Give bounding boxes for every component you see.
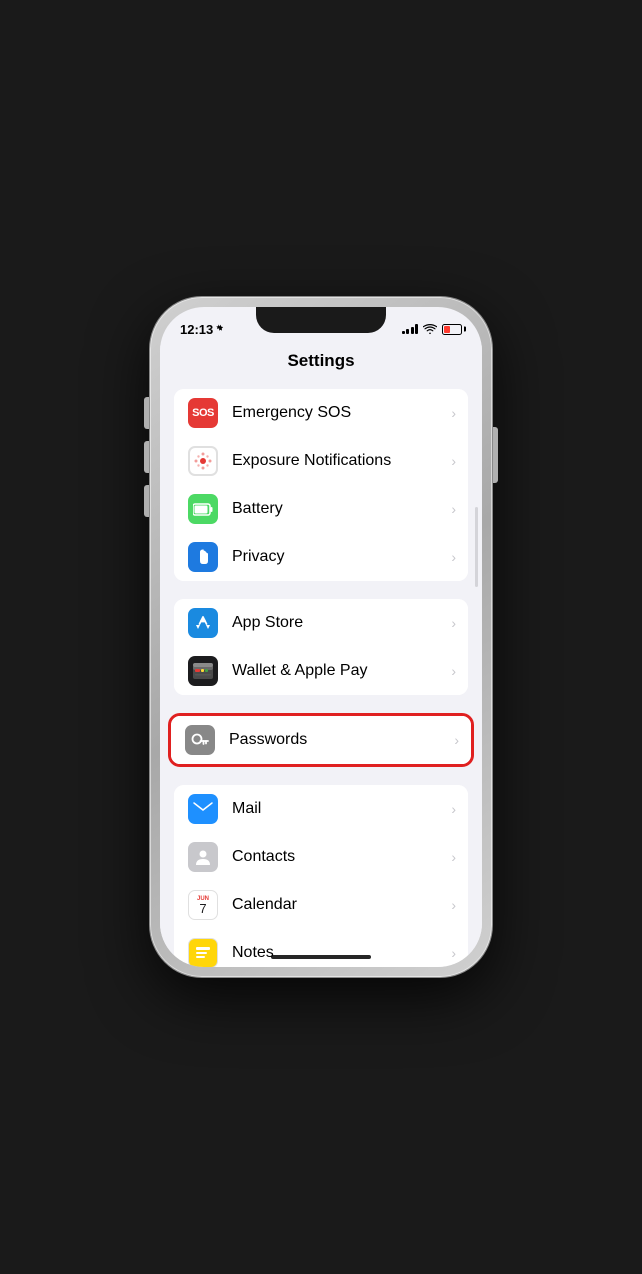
row-battery[interactable]: Battery › [174,485,468,533]
status-time: 12:13 [180,322,225,337]
passwords-svg [190,730,210,750]
chevron-calendar: › [451,897,456,913]
icon-emergency-sos: SOS [188,398,218,428]
chevron-notes: › [451,945,456,961]
passwords-highlight-border: Passwords › [168,713,474,767]
icon-calendar: JUN 7 [188,890,218,920]
scroll-indicator [475,507,478,587]
status-right [402,324,463,335]
phone-frame: 12:13 [150,297,492,977]
label-app-store: App Store [232,614,447,632]
icon-contacts [188,842,218,872]
row-privacy[interactable]: Privacy › [174,533,468,581]
phone-screen: 12:13 [160,307,482,967]
signal-bar-2 [406,329,409,334]
settings-group-1: SOS Emergency SOS › [174,389,468,581]
signal-bar-3 [411,327,414,334]
row-contacts[interactable]: Contacts › [174,833,468,881]
label-wallet: Wallet & Apple Pay [232,662,447,680]
chevron-exposure: › [451,453,456,469]
row-passwords[interactable]: Passwords › [171,716,471,764]
signal-bars [402,324,419,334]
chevron-app-store: › [451,615,456,631]
label-exposure: Exposure Notifications [232,452,447,470]
calendar-display: JUN 7 [197,896,209,915]
chevron-mail: › [451,801,456,817]
chevron-emergency-sos: › [451,405,456,421]
icon-passwords [185,725,215,755]
icon-exposure [188,446,218,476]
exposure-svg [192,450,214,472]
label-mail: Mail [232,800,447,818]
section-2: App Store › [160,599,482,695]
chevron-contacts: › [451,849,456,865]
chevron-wallet: › [451,663,456,679]
settings-group-4: Mail › Contacts [174,785,468,967]
location-icon [216,324,225,334]
icon-notes [188,938,218,967]
label-notes: Notes [232,944,447,962]
section-3-wrapper: Passwords › [160,713,482,767]
chevron-battery: › [451,501,456,517]
row-app-store[interactable]: App Store › [174,599,468,647]
icon-mail [188,794,218,824]
label-contacts: Contacts [232,848,447,866]
battery-fill [444,326,450,333]
time-display: 12:13 [180,322,213,337]
battery-svg [193,503,213,516]
chevron-privacy: › [451,549,456,565]
contacts-svg [192,846,214,868]
mail-svg [192,801,214,817]
label-emergency-sos: Emergency SOS [232,404,447,422]
appstore-svg [193,613,213,633]
sos-text: SOS [192,407,214,419]
icon-wallet [188,656,218,686]
notch [256,307,386,333]
icon-privacy [188,542,218,572]
calendar-day: 7 [199,902,206,915]
nav-header: Settings [160,345,482,379]
signal-bar-4 [415,324,418,334]
section-4: Mail › Contacts [160,785,482,967]
settings-group-2: App Store › [174,599,468,695]
battery-status-icon [442,324,462,335]
privacy-svg [193,547,213,567]
label-privacy: Privacy [232,548,447,566]
row-wallet[interactable]: Wallet & Apple Pay › [174,647,468,695]
scroll-area[interactable]: SOS Emergency SOS › [160,379,482,967]
row-emergency-sos[interactable]: SOS Emergency SOS › [174,389,468,437]
section-1: SOS Emergency SOS › [160,389,482,581]
row-notes[interactable]: Notes › [174,929,468,967]
row-mail[interactable]: Mail › [174,785,468,833]
settings-group-passwords: Passwords › [171,716,471,764]
home-bar[interactable] [271,955,371,959]
page-title: Settings [287,351,354,370]
chevron-passwords: › [454,732,459,748]
wifi-icon [423,324,437,335]
signal-bar-1 [402,331,405,334]
label-passwords: Passwords [229,731,450,749]
notes-svg [192,942,214,964]
icon-battery [188,494,218,524]
screen-content: Settings SOS Emergency SOS › [160,345,482,967]
wallet-svg [192,662,214,680]
label-battery: Battery [232,500,447,518]
row-calendar[interactable]: JUN 7 Calendar › [174,881,468,929]
row-exposure-notifications[interactable]: Exposure Notifications › [174,437,468,485]
icon-app-store [188,608,218,638]
label-calendar: Calendar [232,896,447,914]
